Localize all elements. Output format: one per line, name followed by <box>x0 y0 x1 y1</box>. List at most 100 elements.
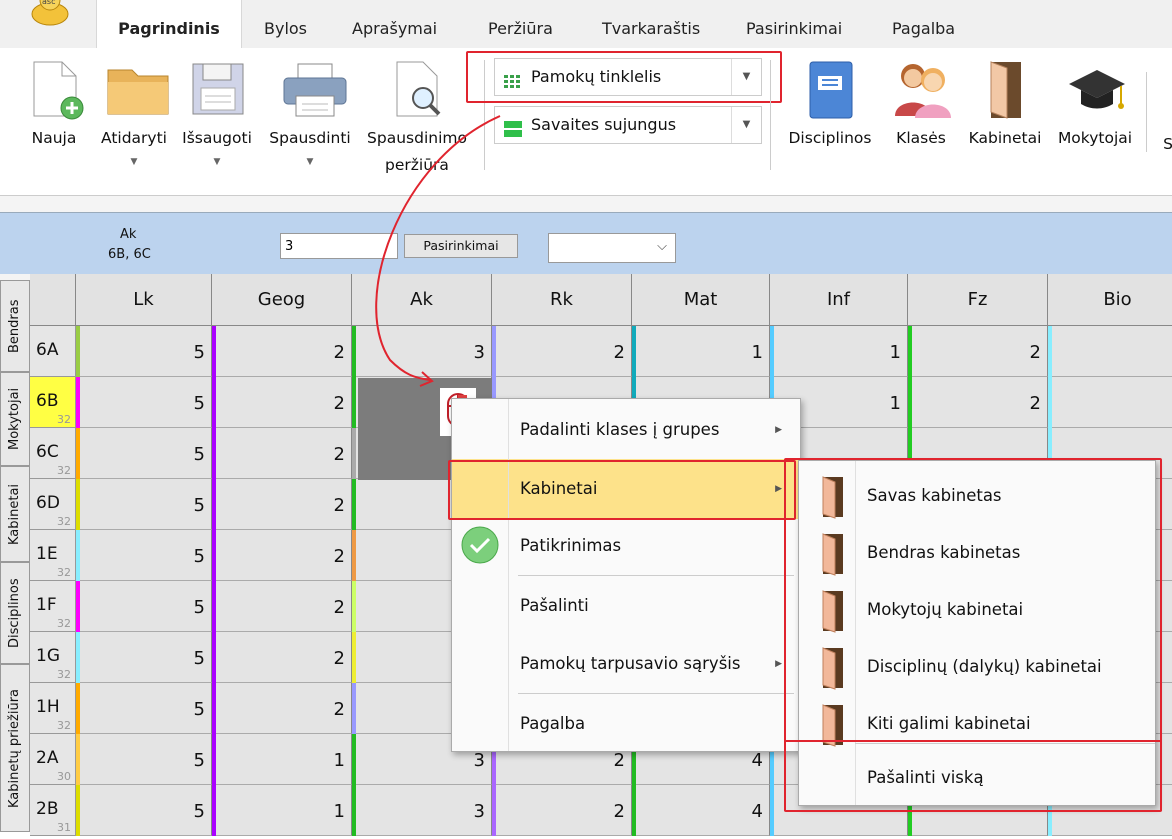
lesson-cell[interactable]: 5 <box>76 377 212 428</box>
new-file-icon <box>24 58 84 120</box>
save-button[interactable]: Išsaugoti ▼ <box>178 58 256 172</box>
lesson-count: 5 <box>193 801 205 822</box>
tab-aprasymai[interactable]: Aprašymai <box>352 0 437 48</box>
tab-tvarkarastis[interactable]: Tvarkaraštis <box>602 0 700 48</box>
classes-button[interactable]: Klasės <box>888 58 954 152</box>
lesson-count: 2 <box>333 495 345 516</box>
chevron-down-icon[interactable]: ▼ <box>178 152 256 172</box>
subject-color-bar <box>212 326 216 377</box>
lesson-cell[interactable]: 5 <box>76 683 212 734</box>
side-tab-disciplinos[interactable]: Disciplinos <box>0 562 30 664</box>
menu-item-help[interactable]: Pagalba <box>452 709 800 739</box>
tab-pagalba[interactable]: Pagalba <box>892 0 955 48</box>
column-header-bio[interactable]: Bio <box>1048 274 1172 326</box>
lesson-cell[interactable]: 5 <box>76 734 212 785</box>
lesson-cell[interactable]: 2 <box>212 632 352 683</box>
print-button-label: Spausdinti <box>269 129 351 147</box>
row-header-6b[interactable]: 6B 32 <box>30 377 76 428</box>
lesson-cell[interactable]: 2 <box>212 377 352 428</box>
lesson-cell[interactable]: 2 <box>908 377 1048 428</box>
column-header-geog[interactable]: Geog <box>212 274 352 326</box>
row-header-1e[interactable]: 1E 32 <box>30 530 76 581</box>
lesson-cell[interactable]: 4 <box>632 785 770 836</box>
subject-color-bar <box>76 530 80 581</box>
lesson-cell[interactable]: 2 <box>212 479 352 530</box>
row-header-1g[interactable]: 1G 32 <box>30 632 76 683</box>
column-header-fz[interactable]: Fz <box>908 274 1048 326</box>
lesson-cell[interactable]: 1 <box>212 734 352 785</box>
row-header-1h[interactable]: 1H 32 <box>30 683 76 734</box>
chevron-down-icon[interactable]: ▼ <box>262 152 358 172</box>
row-header-2b[interactable]: 2B 31 <box>30 785 76 836</box>
tab-pasirinkimai[interactable]: Pasirinkimai <box>746 0 842 48</box>
lesson-cell[interactable]: 5 <box>76 581 212 632</box>
row-header-2a[interactable]: 2A 30 <box>30 734 76 785</box>
lesson-cell[interactable]: 1 <box>212 785 352 836</box>
class-name: 6A <box>36 340 59 360</box>
highlight-box-rooms <box>448 460 796 520</box>
lesson-cell[interactable] <box>1048 377 1172 428</box>
tab-pagrindinis[interactable]: Pagrindinis <box>96 0 242 48</box>
side-tab-mokytojai[interactable]: Mokytojai <box>0 372 30 466</box>
side-tab-kabinetu-prieziura[interactable]: Kabinetų priežiūra <box>0 664 30 832</box>
menu-item-split-groups[interactable]: Padalinti klases į grupes ▶ <box>452 415 800 445</box>
lesson-cell[interactable]: 5 <box>76 326 212 377</box>
tab-bylos[interactable]: Bylos <box>264 0 307 48</box>
teachers-button[interactable]: Mokytojai <box>1050 58 1140 152</box>
row-header-1f[interactable]: 1F 32 <box>30 581 76 632</box>
print-button[interactable]: Spausdinti ▼ <box>262 58 358 172</box>
lesson-cell[interactable]: 2 <box>908 326 1048 377</box>
classes-button-label: Klasės <box>896 129 946 147</box>
open-button[interactable]: Atidaryti ▼ <box>96 58 172 172</box>
highlight-box-submenu-outer <box>784 738 1162 812</box>
side-tab-bendras[interactable]: Bendras <box>0 280 30 372</box>
subject-color-bar <box>352 428 356 479</box>
subject-color-bar <box>76 785 80 836</box>
lesson-subject-label: Ak <box>120 227 137 242</box>
subject-color-bar <box>352 785 356 836</box>
graduation-cap-icon <box>1065 58 1125 120</box>
rooms-button[interactable]: Kabinetai <box>962 58 1048 152</box>
subject-color-bar <box>1048 326 1052 377</box>
lesson-count: 2 <box>613 801 625 822</box>
lesson-cell[interactable]: 2 <box>212 683 352 734</box>
subject-color-bar <box>76 632 80 683</box>
new-button[interactable]: Nauja <box>22 58 86 152</box>
row-header-6c[interactable]: 6C 32 <box>30 428 76 479</box>
menu-item-check[interactable]: Patikrinimas <box>452 531 800 561</box>
save-button-label: Išsaugoti <box>182 129 252 147</box>
lesson-cell[interactable]: 2 <box>212 428 352 479</box>
rooms-button-label: Kabinetai <box>968 129 1042 147</box>
subject-color-bar <box>76 479 80 530</box>
row-header-6d[interactable]: 6D 32 <box>30 479 76 530</box>
more-button[interactable]: S <box>1158 130 1172 158</box>
menu-separator <box>518 693 794 694</box>
subject-color-bar <box>212 428 216 479</box>
lesson-cell[interactable]: 5 <box>76 530 212 581</box>
lesson-cell[interactable]: 2 <box>212 530 352 581</box>
subject-color-bar <box>770 785 774 836</box>
lesson-cell[interactable]: 2 <box>492 785 632 836</box>
lesson-cell[interactable]: 2 <box>212 326 352 377</box>
app-logo-icon[interactable]: asc <box>30 0 70 28</box>
column-header-lk[interactable]: Lk <box>76 274 212 326</box>
menu-item-remove[interactable]: Pašalinti <box>452 591 800 621</box>
side-tab-kabinetai[interactable]: Kabinetai <box>0 466 30 562</box>
lesson-count: 2 <box>333 699 345 720</box>
lesson-cell[interactable]: 5 <box>76 785 212 836</box>
class-name: 1F <box>36 595 57 615</box>
lesson-cell[interactable]: 5 <box>76 479 212 530</box>
lesson-cell[interactable] <box>1048 326 1172 377</box>
lesson-cell[interactable]: 3 <box>352 785 492 836</box>
subject-color-bar <box>352 326 356 377</box>
menu-item-relations[interactable]: Pamokų tarpusavio sąryšis ▶ <box>452 649 800 679</box>
menu-item-label: Pašalinti <box>520 596 589 615</box>
subject-color-bar <box>352 683 356 734</box>
tab-perziura[interactable]: Peržiūra <box>488 0 553 48</box>
chevron-down-icon[interactable]: ▼ <box>96 152 172 172</box>
lesson-cell[interactable]: 2 <box>212 581 352 632</box>
row-header-6a[interactable]: 6A <box>30 326 76 377</box>
lesson-cell[interactable]: 5 <box>76 428 212 479</box>
lesson-count: 3 <box>473 801 485 822</box>
lesson-cell[interactable]: 5 <box>76 632 212 683</box>
